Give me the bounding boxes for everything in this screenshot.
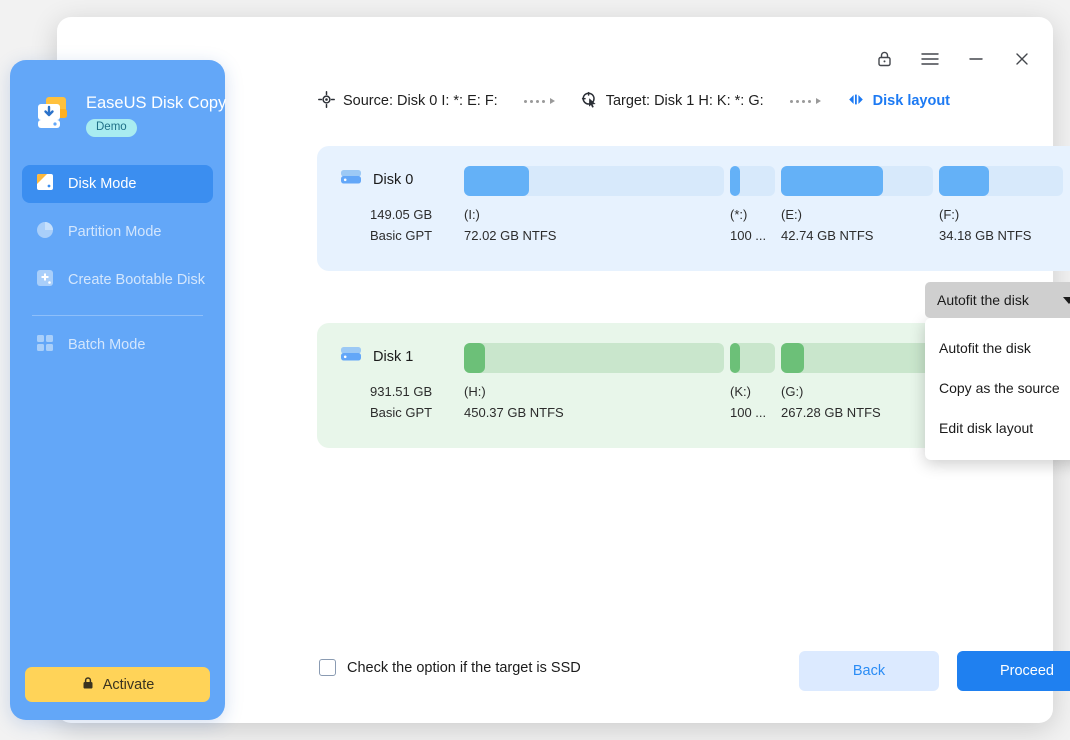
- partition-bar[interactable]: [939, 166, 1063, 196]
- partition-bar[interactable]: [781, 166, 933, 196]
- partition-size: 100 ...: [730, 402, 777, 423]
- activate-label: Activate: [103, 677, 155, 693]
- disk-capacity: 931.51 GB: [370, 381, 432, 402]
- disk-meta: 149.05 GB Basic GPT: [370, 204, 432, 246]
- disk-layout-select[interactable]: Autofit the disk: [925, 282, 1070, 318]
- partition-label: (F:) 34.18 GB NTFS: [939, 204, 1063, 246]
- partition-letter: (*:): [730, 204, 777, 225]
- disk-icon: [340, 168, 362, 191]
- sidebar-item-create-bootable-disk[interactable]: Create Bootable Disk: [22, 261, 213, 299]
- back-button[interactable]: Back: [799, 651, 939, 691]
- target-cursor-icon: [581, 91, 598, 112]
- partition-mode-icon: [35, 220, 55, 244]
- partition-size: 42.74 GB NTFS: [781, 225, 931, 246]
- ssd-checkbox[interactable]: [319, 659, 336, 676]
- disk-scheme: Basic GPT: [370, 402, 432, 423]
- partition-label: (K:) 100 ...: [730, 381, 777, 423]
- partition-label: (*:) 100 ...: [730, 204, 777, 246]
- menu-item-copy-as-the-source[interactable]: Copy as the source: [925, 368, 1070, 408]
- proceed-button[interactable]: Proceed: [957, 651, 1070, 691]
- partition-size: 72.02 GB NTFS: [464, 225, 722, 246]
- disk-panel-0[interactable]: Disk 0 149.05 GB Basic GPT (I:) 72.02 GB…: [317, 146, 1070, 271]
- breadcrumb-disk-layout[interactable]: Disk layout: [847, 92, 950, 111]
- partition-letter: (F:): [939, 204, 1063, 225]
- sidebar-item-batch-mode[interactable]: Batch Mode: [22, 326, 213, 364]
- app-logo-icon: [32, 92, 74, 139]
- breadcrumb-disk-layout-label: Disk layout: [873, 93, 950, 109]
- partition-bar[interactable]: [730, 166, 775, 196]
- breadcrumb: Source: Disk 0 I: *: E: F: Target: Disk …: [315, 79, 1053, 123]
- chevron-down-icon: [1063, 297, 1070, 304]
- breadcrumb-separator: [790, 98, 821, 104]
- sidebar-divider: [32, 315, 203, 316]
- disk-header: Disk 0: [340, 168, 413, 191]
- menu-item-edit-disk-layout[interactable]: Edit disk layout: [925, 408, 1070, 448]
- partition-bar[interactable]: [730, 343, 775, 373]
- app-title: EaseUS Disk Copy: [86, 94, 226, 112]
- disk-meta: 931.51 GB Basic GPT: [370, 381, 432, 423]
- close-icon[interactable]: [1009, 46, 1035, 72]
- breadcrumb-target-label: Target: Disk 1 H: K: *: G:: [606, 93, 764, 109]
- disk-scheme: Basic GPT: [370, 225, 432, 246]
- content-area: Source: Disk 0 I: *: E: F: Target: Disk …: [315, 79, 1053, 723]
- lock-icon: [81, 676, 95, 694]
- partition-letter: (E:): [781, 204, 931, 225]
- ssd-option-label: Check the option if the target is SSD: [347, 660, 581, 676]
- sidebar-item-label: Disk Mode: [68, 176, 137, 192]
- disk-capacity: 149.05 GB: [370, 204, 432, 225]
- disk-name: Disk 0: [373, 172, 413, 188]
- partition-label: (H:) 450.37 GB NTFS: [464, 381, 722, 423]
- layout-arrows-icon: [847, 92, 865, 111]
- target-crosshair-icon: [318, 91, 335, 112]
- partition-bar[interactable]: [464, 343, 724, 373]
- sidebar: EaseUS Disk Copy Demo Disk Mode Partitio…: [10, 60, 225, 720]
- sidebar-item-disk-mode[interactable]: Disk Mode: [22, 165, 213, 203]
- partition-letter: (H:): [464, 381, 722, 402]
- partition-size: 100 ...: [730, 225, 777, 246]
- partition-label: (E:) 42.74 GB NTFS: [781, 204, 931, 246]
- sidebar-item-label: Batch Mode: [68, 337, 145, 353]
- breadcrumb-source[interactable]: Source: Disk 0 I: *: E: F:: [318, 91, 498, 112]
- sidebar-item-label: Partition Mode: [68, 224, 162, 240]
- partition-bar[interactable]: [464, 166, 724, 196]
- breadcrumb-target[interactable]: Target: Disk 1 H: K: *: G:: [581, 91, 764, 112]
- disk-layout-select-value: Autofit the disk: [937, 292, 1063, 308]
- lock-icon[interactable]: [871, 46, 897, 72]
- menu-icon[interactable]: [917, 46, 943, 72]
- breadcrumb-separator: [524, 98, 555, 104]
- bottom-bar: Check the option if the target is SSD Ba…: [315, 651, 1070, 691]
- demo-badge: Demo: [86, 119, 137, 137]
- sidebar-item-label: Create Bootable Disk: [68, 272, 205, 288]
- bootable-disk-icon: [35, 268, 55, 292]
- ssd-option[interactable]: Check the option if the target is SSD: [319, 659, 581, 676]
- disk-header: Disk 1: [340, 345, 413, 368]
- disk-mode-icon: [35, 172, 55, 196]
- partition-label: (I:) 72.02 GB NTFS: [464, 204, 722, 246]
- breadcrumb-source-label: Source: Disk 0 I: *: E: F:: [343, 93, 498, 109]
- partition-letter: (K:): [730, 381, 777, 402]
- disk-name: Disk 1: [373, 349, 413, 365]
- sidebar-item-partition-mode[interactable]: Partition Mode: [22, 213, 213, 251]
- activate-button[interactable]: Activate: [25, 667, 210, 702]
- batch-mode-icon: [35, 333, 55, 357]
- partition-size: 450.37 GB NTFS: [464, 402, 722, 423]
- partition-letter: (I:): [464, 204, 722, 225]
- partition-size: 34.18 GB NTFS: [939, 225, 1063, 246]
- menu-item-autofit-the-disk[interactable]: Autofit the disk: [925, 328, 1070, 368]
- disk-icon: [340, 345, 362, 368]
- disk-layout-menu: Autofit the disk Copy as the source Edit…: [925, 318, 1070, 460]
- minimize-icon[interactable]: [963, 46, 989, 72]
- brand: EaseUS Disk Copy Demo: [10, 60, 225, 139]
- window-controls: [871, 46, 1035, 72]
